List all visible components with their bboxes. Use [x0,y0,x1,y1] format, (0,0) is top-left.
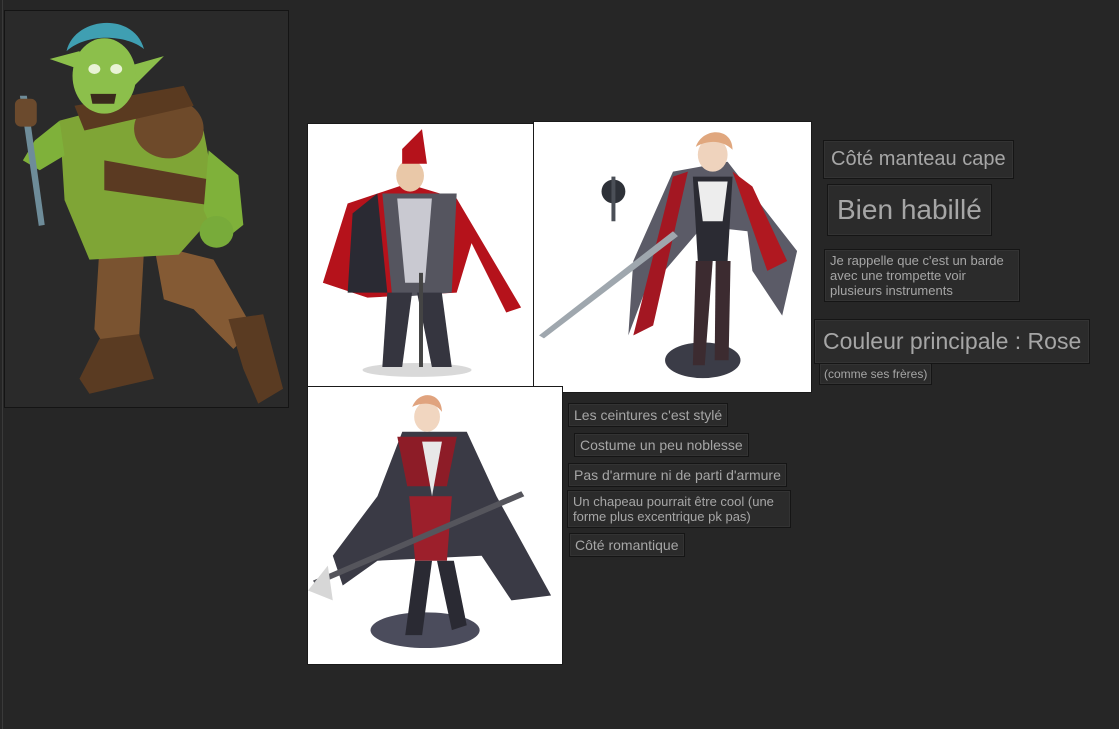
note-bien-habille[interactable]: Bien habillé [827,184,992,236]
goblin-image[interactable] [4,10,289,408]
note-costume-noblesse[interactable]: Costume un peu noblesse [574,433,749,457]
reference-image-bard[interactable] [533,121,812,393]
goblin-illustration [5,11,288,407]
canvas-edge [2,0,3,729]
reference-image-knight[interactable] [307,123,534,387]
note-cote-manteau-cape[interactable]: Côté manteau cape [823,140,1014,179]
note-comme-ses-freres[interactable]: (comme ses frères) [819,363,933,385]
bard-illustration [534,122,811,392]
noble-illustration [308,387,562,664]
note-pas-armure[interactable]: Pas d'armure ni de parti d'armure [568,463,787,487]
note-ceintures[interactable]: Les ceintures c'est stylé [568,403,729,427]
knight-illustration [308,124,533,386]
reference-image-noble[interactable] [307,386,563,665]
note-chapeau[interactable]: Un chapeau pourrait être cool (une forme… [567,490,791,528]
note-barde-trompette[interactable]: Je rappelle que c'est un barde avec une … [824,249,1020,302]
note-couleur-principale[interactable]: Couleur principale : Rose [814,319,1091,364]
note-cote-romantique[interactable]: Côté romantique [569,533,685,557]
